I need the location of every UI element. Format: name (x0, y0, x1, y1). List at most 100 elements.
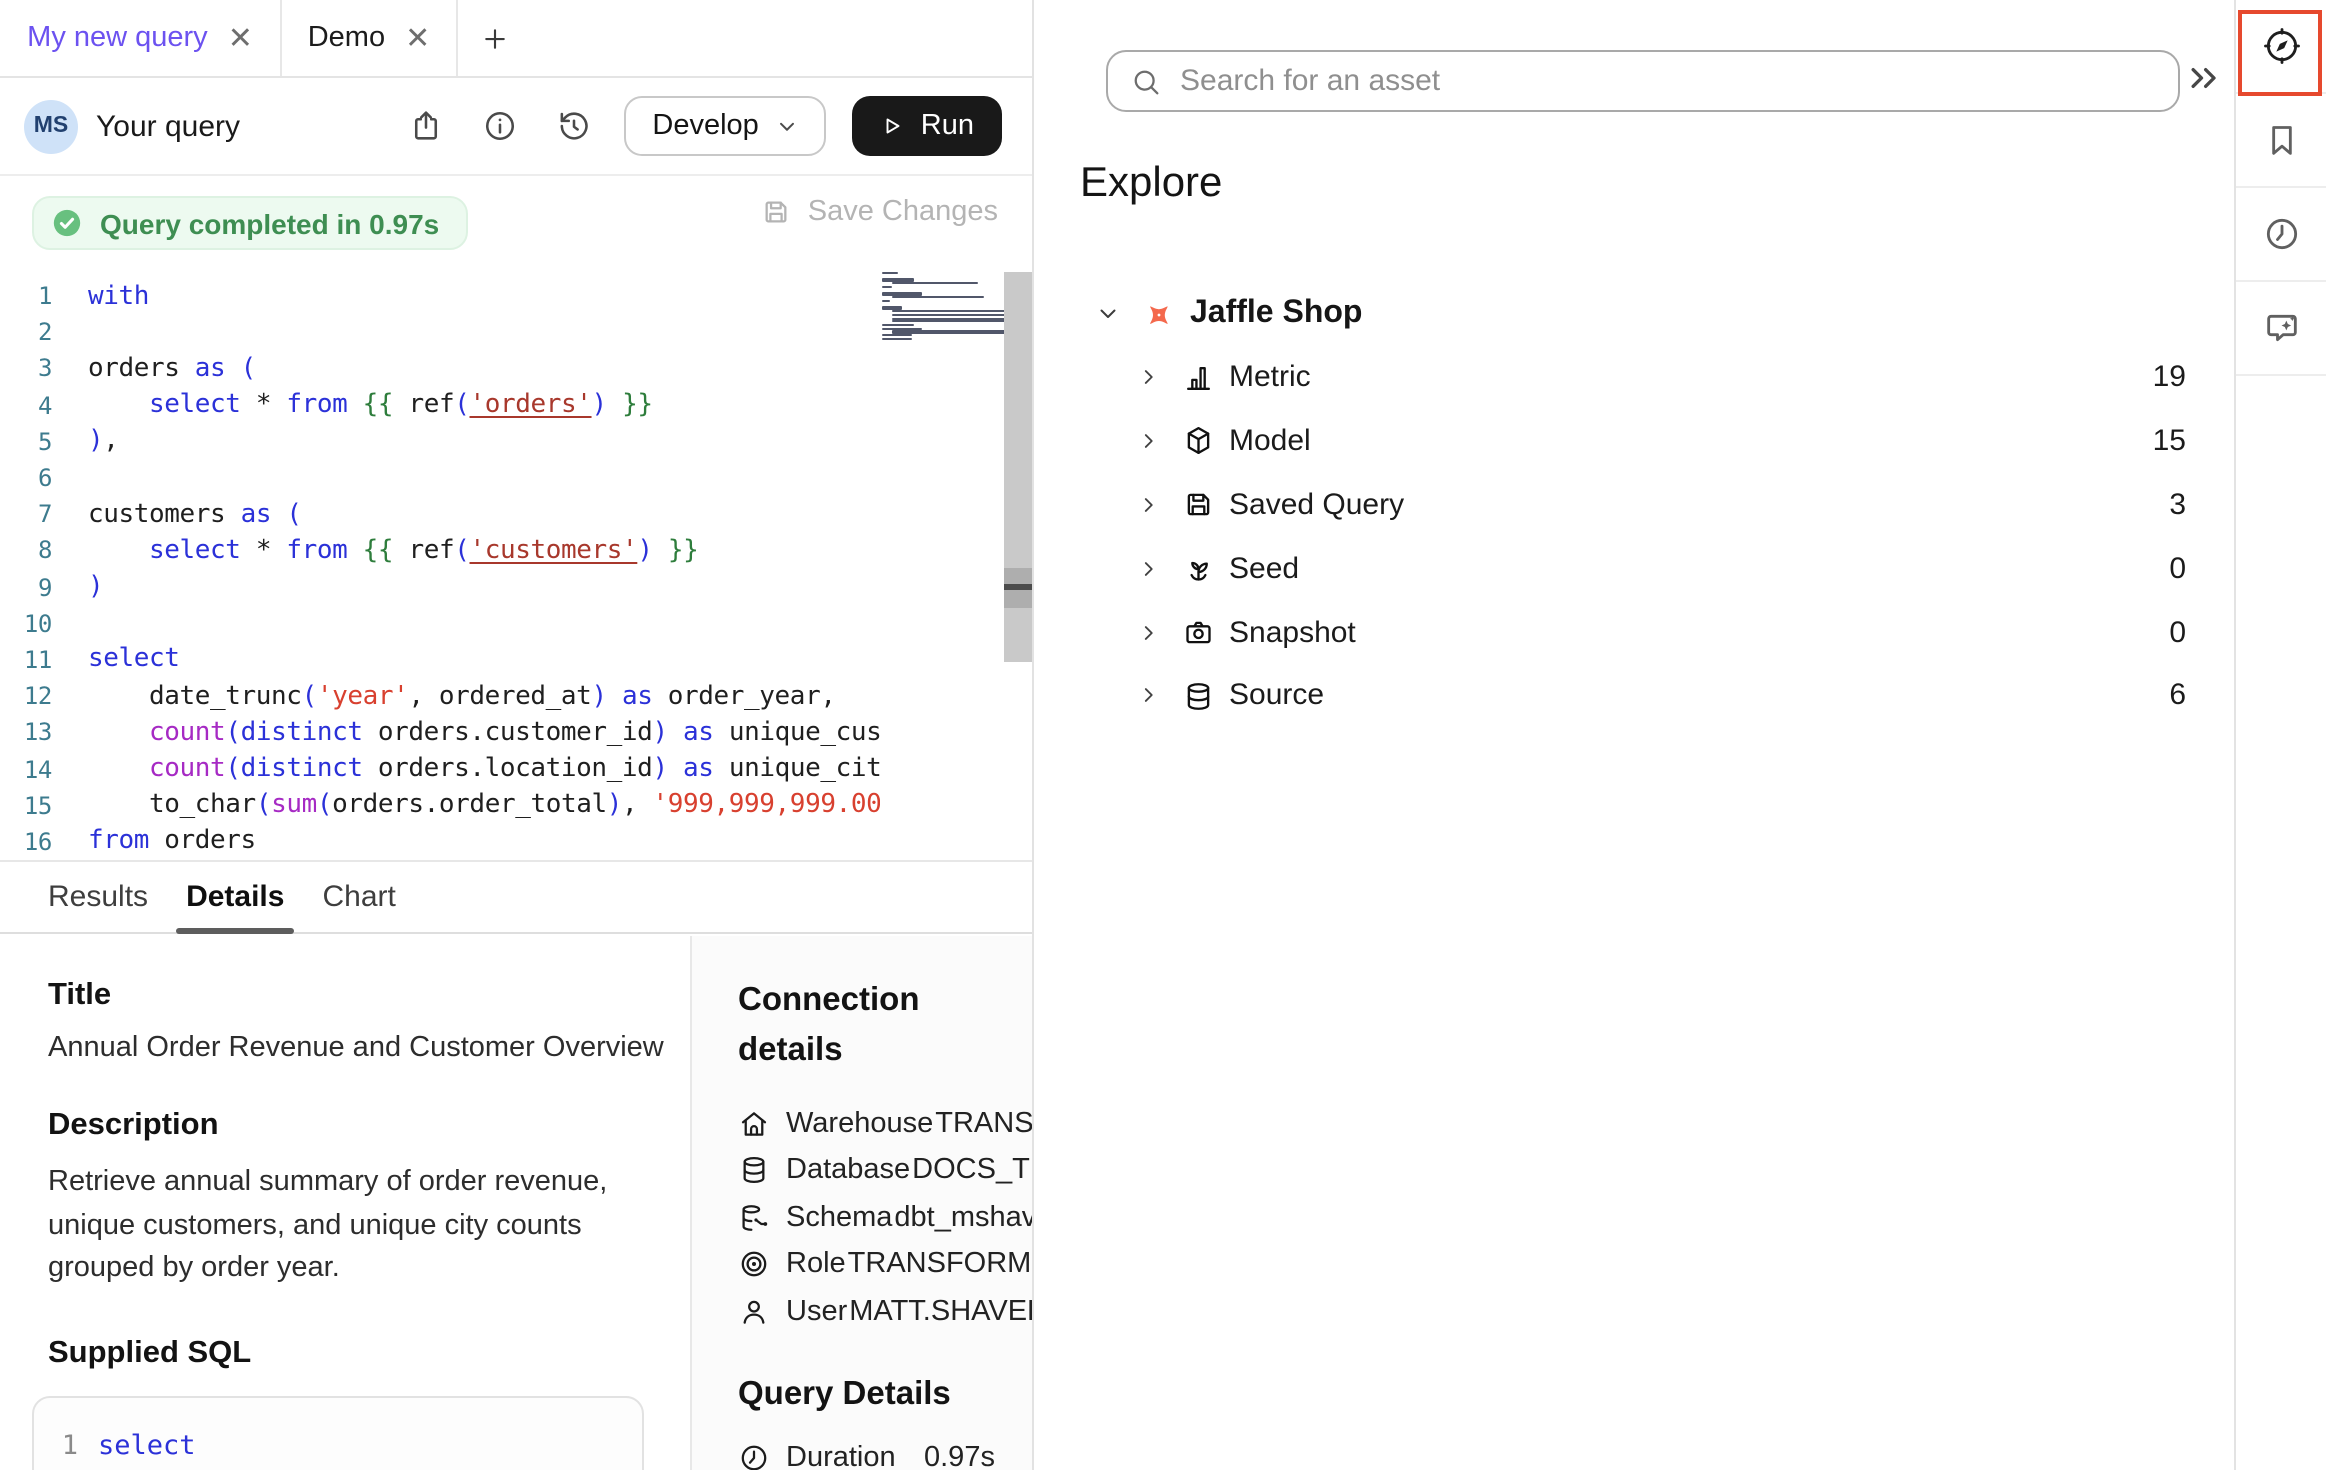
query-status-text: Query completed in 0.97s (100, 207, 439, 239)
tree-item-label: Snapshot (1229, 615, 1356, 649)
code-text: orders as ( (88, 354, 256, 384)
tab-label: Demo (308, 22, 385, 54)
dbt-logo-icon (1142, 297, 1176, 331)
connection-label: Schema (786, 1202, 892, 1234)
editor-minimap[interactable] (882, 272, 1002, 341)
connection-details-list: WarehouseTRANSFORMERDatabaseDOCS_TEAM_Sc… (738, 1100, 1032, 1335)
clock-icon (2261, 214, 2301, 254)
tab-demo[interactable]: Demo ✕ (282, 0, 458, 76)
supplied-sql-code: 1select2 date_trunc('year',ordered_at) a… (32, 1395, 644, 1470)
run-button[interactable]: Run (853, 96, 1002, 156)
line-number: 3 (0, 355, 52, 383)
line-number: 10 (0, 610, 52, 638)
code-text: with (88, 281, 149, 311)
bookmark-icon (2261, 120, 2301, 160)
editor-tabbar: My new query ✕ Demo ✕ (0, 0, 1032, 78)
develop-dropdown[interactable]: Develop (624, 96, 826, 156)
rail-explore-button[interactable] (2236, 0, 2326, 94)
tree-item-source[interactable]: Source6 (1036, 664, 2234, 728)
asset-search[interactable] (1106, 50, 2180, 112)
chevron-down-icon[interactable] (1096, 302, 1120, 326)
new-tab-button[interactable] (458, 0, 532, 76)
minimap-line (882, 275, 888, 277)
chevron-right-icon[interactable] (1138, 494, 1160, 516)
editor-line: 6 (0, 460, 880, 496)
minimap-line (882, 279, 914, 281)
description-heading: Description (48, 1108, 690, 1144)
user-icon (738, 1296, 770, 1328)
scrollbar-handle[interactable] (1004, 584, 1032, 589)
tree-item-metric[interactable]: Metric19 (1036, 346, 2234, 410)
editor-code[interactable]: 1with23orders as (4 select * from {{ ref… (0, 278, 880, 860)
editor-line: 13 count(distinct orders.customer_id) as… (0, 715, 880, 751)
rail-assistant-button[interactable] (2236, 282, 2326, 376)
tree-item-count: 3 (2169, 488, 2186, 522)
rail-bookmarks-button[interactable] (2236, 94, 2326, 188)
plus-icon (480, 23, 510, 53)
share-icon[interactable] (408, 108, 444, 144)
rail-history-button[interactable] (2236, 188, 2326, 282)
tree-item-count: 19 (2153, 361, 2186, 395)
explore-tree: Jaffle Shop Metric19Model15Saved Query3S… (1036, 282, 2234, 728)
line-number: 14 (0, 755, 52, 783)
line-number: 11 (0, 646, 52, 674)
code-text: select * from {{ ref('customers') }} (88, 536, 698, 566)
compass-icon (2261, 26, 2301, 66)
connection-value: dbt_mshaver (894, 1202, 1032, 1234)
minimap-line (892, 314, 1008, 316)
connection-value: MATT.SHAVER@FI (849, 1296, 1032, 1328)
line-number: 8 (0, 537, 52, 565)
chevron-right-icon[interactable] (1138, 367, 1160, 389)
tree-item-snapshot[interactable]: Snapshot0 (1036, 600, 2234, 664)
editor-line: 14 count(distinct orders.location_id) as… (0, 751, 880, 787)
line-number: 7 (0, 500, 52, 528)
editor-line: 5), (0, 424, 880, 460)
title-heading: Title (48, 978, 690, 1014)
code-text: from orders (88, 827, 256, 857)
results-tabbar: Results Details Chart (0, 860, 1032, 934)
app-window: My new query ✕ Demo ✕ MS Your query Deve… (0, 0, 2326, 1470)
tree-item-model[interactable]: Model15 (1036, 410, 2234, 474)
chevron-right-icon[interactable] (1138, 430, 1160, 452)
tree-item-seed[interactable]: Seed0 (1036, 537, 2234, 601)
line-number: 9 (0, 573, 52, 601)
history-icon[interactable] (556, 108, 592, 144)
search-input[interactable] (1180, 64, 2156, 98)
editor-line: 2 (0, 314, 880, 350)
code-text: select (88, 645, 180, 675)
saved-query-icon (1182, 488, 1215, 521)
line-number: 13 (0, 719, 52, 747)
minimap-line (882, 328, 922, 330)
editor-line: 10 (0, 605, 880, 641)
connection-label: Warehouse (786, 1108, 933, 1140)
connection-value: DOCS_TEAM_ (912, 1155, 1032, 1187)
editor-line: 3 orders as ( (0, 351, 880, 387)
duration-value: 0.97s (924, 1441, 995, 1470)
tab-results[interactable]: Results (48, 880, 148, 914)
editor-line: 1with (0, 278, 880, 314)
close-icon[interactable]: ✕ (228, 23, 253, 53)
tab-my-new-query[interactable]: My new query ✕ (0, 0, 282, 76)
close-icon[interactable]: ✕ (405, 23, 430, 53)
editor-scrollbar[interactable] (1004, 272, 1032, 662)
develop-label: Develop (652, 110, 758, 142)
editor-line: 12 date_trunc('year', ordered_at) as ord… (0, 678, 880, 714)
avatar: MS (24, 99, 78, 153)
chevron-right-icon[interactable] (1138, 621, 1160, 643)
chat-sparkle-icon (2261, 308, 2301, 348)
line-number: 12 (0, 682, 52, 710)
tab-chart[interactable]: Chart (322, 880, 395, 914)
line-number: 16 (0, 828, 52, 856)
tree-item-saved-query[interactable]: Saved Query3 (1036, 473, 2234, 537)
chevron-right-icon[interactable] (1138, 685, 1160, 707)
minimap-line (882, 334, 912, 336)
info-icon[interactable] (482, 108, 518, 144)
collapse-panel-icon[interactable] (2184, 58, 2224, 98)
connection-database: DatabaseDOCS_TEAM_ (738, 1147, 1032, 1194)
check-circle-icon (50, 206, 84, 240)
editor-line: 8 select * from {{ ref('customers') }} (0, 533, 880, 569)
tree-project-jaffle-shop[interactable]: Jaffle Shop (1036, 282, 2234, 346)
save-changes-button[interactable]: Save Changes (760, 196, 998, 228)
tab-details[interactable]: Details (186, 880, 284, 914)
chevron-right-icon[interactable] (1138, 558, 1160, 580)
